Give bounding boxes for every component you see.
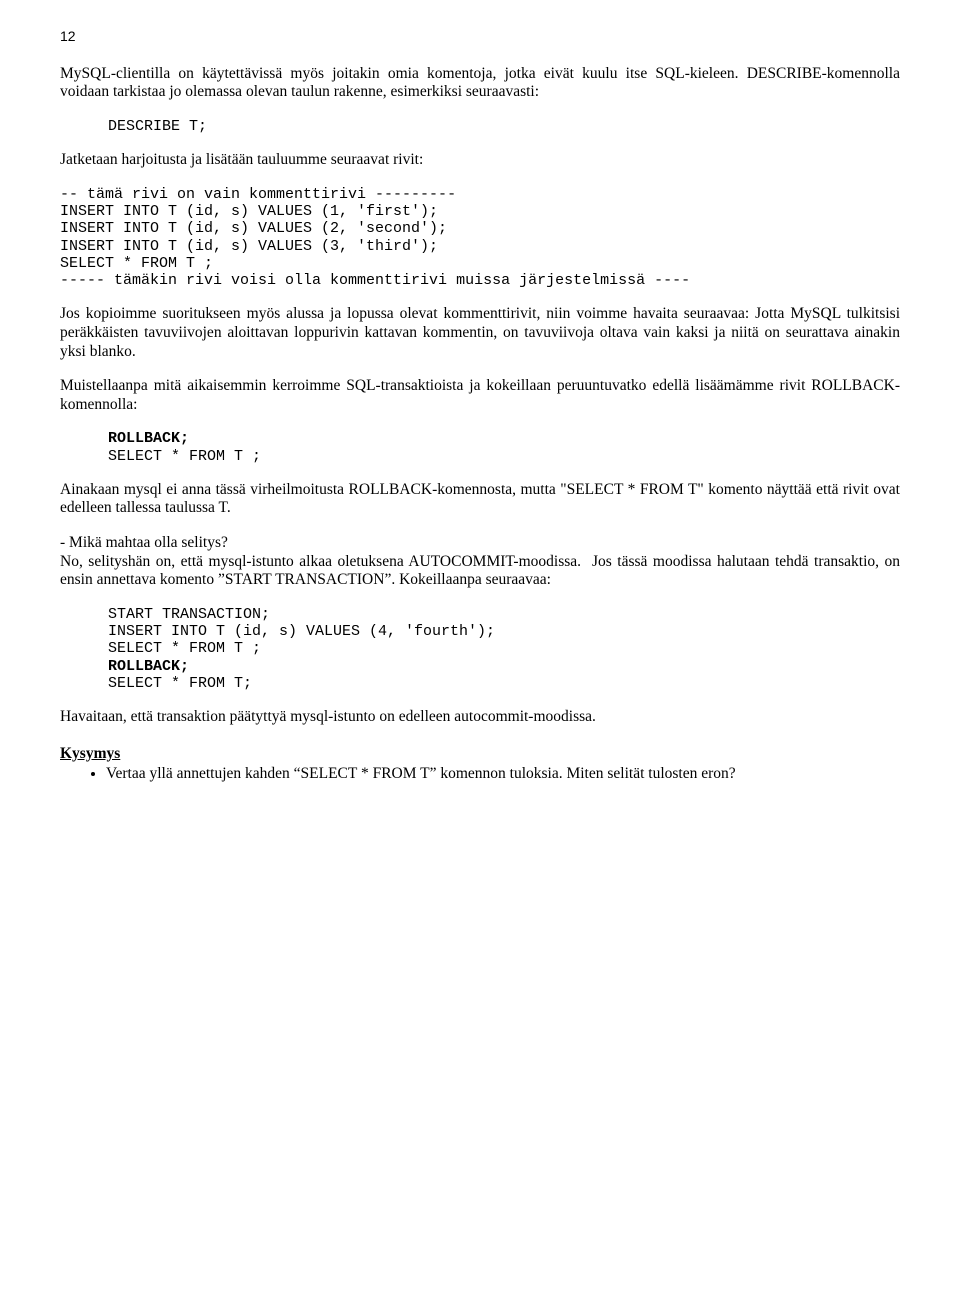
- paragraph-autocommit: - Mikä mahtaa olla selitys? No, selitysh…: [60, 534, 900, 590]
- code-st-line2: INSERT INTO T (id, s) VALUES (4, 'fourth…: [108, 623, 495, 640]
- code-rollback-line1: ROLLBACK;: [108, 430, 189, 447]
- paragraph-intro: MySQL-clientilla on käytettävissä myös j…: [60, 65, 900, 102]
- code-inserts: -- tämä rivi on vain kommenttirivi -----…: [60, 186, 900, 290]
- paragraph-continue: Jatketaan harjoitusta ja lisätään tauluu…: [60, 151, 900, 170]
- paragraph-comment-explain: Jos kopioimme suoritukseen myös alussa j…: [60, 305, 900, 361]
- code-st-line5: SELECT * FROM T;: [108, 675, 252, 692]
- paragraph-rollback-result: Ainakaan mysql ei anna tässä virheilmoit…: [60, 481, 900, 518]
- code-rollback-line2: SELECT * FROM T ;: [108, 448, 261, 465]
- code-start-transaction: START TRANSACTION; INSERT INTO T (id, s)…: [108, 606, 900, 692]
- question-bullet: Vertaa yllä annettujen kahden “SELECT * …: [106, 765, 900, 784]
- page-number: 12: [60, 28, 900, 45]
- code-st-line3: SELECT * FROM T ;: [108, 640, 261, 657]
- code-st-line4: ROLLBACK;: [108, 658, 189, 675]
- code-st-line1: START TRANSACTION;: [108, 606, 270, 623]
- paragraph-rollback-intro: Muistellaanpa mitä aikaisemmin kerroimme…: [60, 377, 900, 414]
- paragraph-observe: Havaitaan, että transaktion päätyttyä my…: [60, 708, 900, 727]
- code-describe: DESCRIBE T;: [108, 118, 900, 135]
- question-heading: Kysymys: [60, 745, 900, 764]
- code-rollback: ROLLBACK; SELECT * FROM T ;: [108, 430, 900, 465]
- question-list: Vertaa yllä annettujen kahden “SELECT * …: [84, 765, 900, 784]
